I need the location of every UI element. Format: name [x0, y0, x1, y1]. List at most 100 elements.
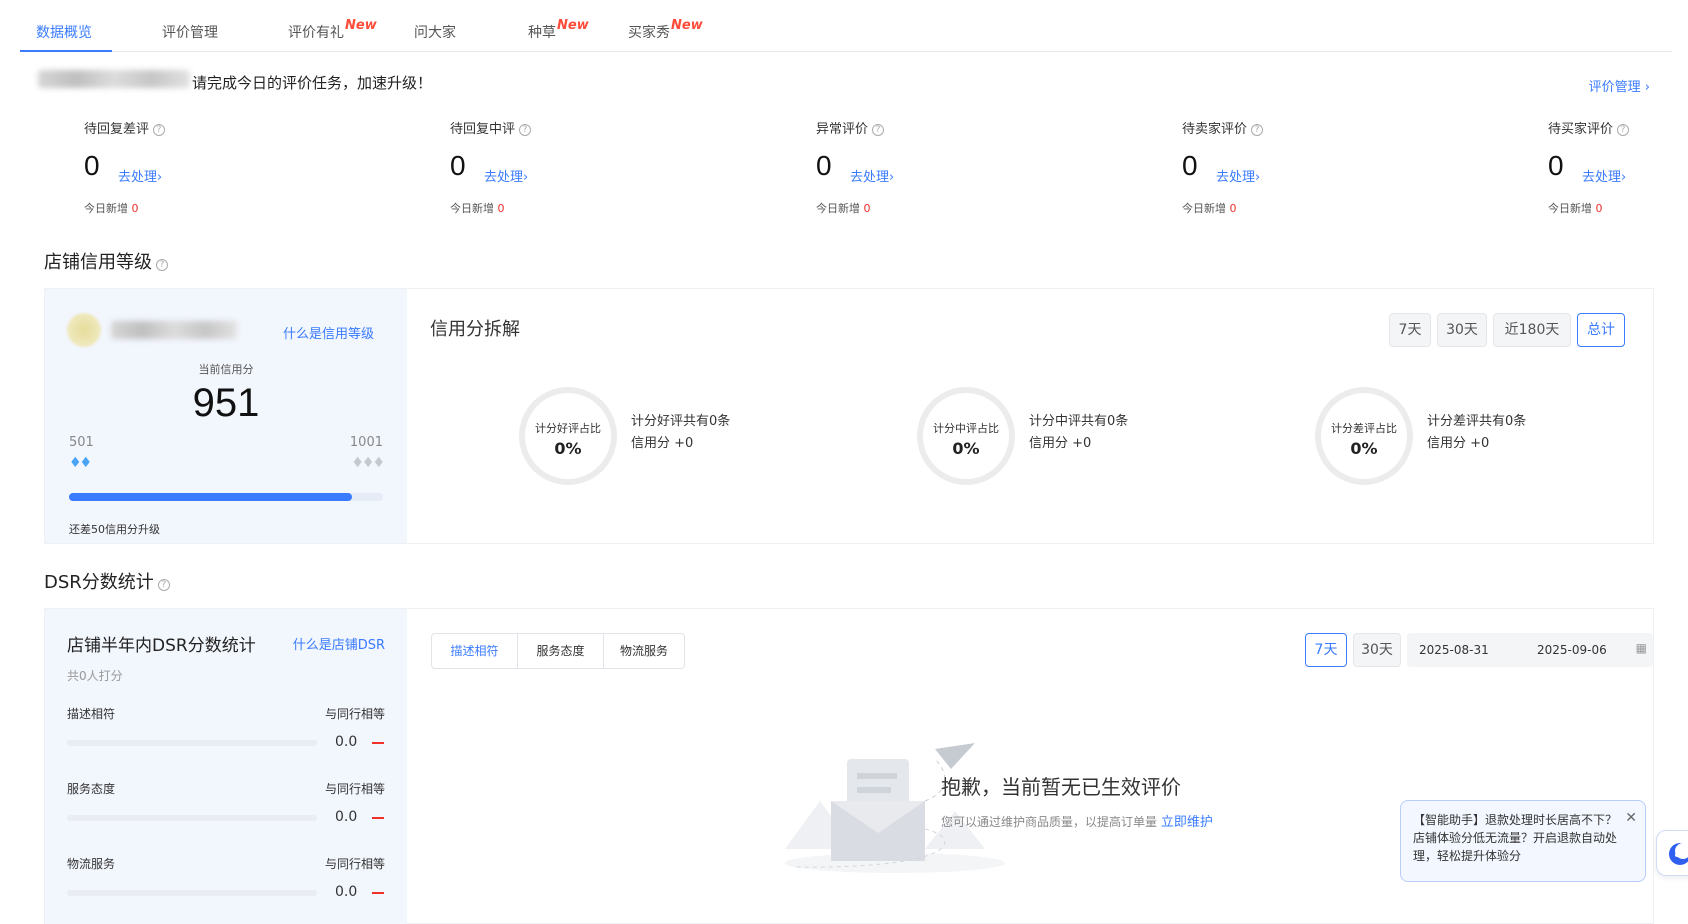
tab-data-overview[interactable]: 数据概览	[36, 22, 92, 42]
assistant-tooltip: 【智能助手】退款处理时长居高不下？店铺体验分低无流量？开启退款自动处理，轻松提升…	[1400, 800, 1646, 882]
ring-count: 计分差评共有0条	[1427, 414, 1527, 429]
dsr-row-value: 0.0	[335, 734, 358, 750]
dsr-row-compare: 与同行相等	[324, 857, 385, 871]
calendar-icon: ▦	[1635, 641, 1647, 655]
dsr-left-panel: 店铺半年内DSR分数统计 什么是店铺DSR 共0人打分 描述相符 与同行相等 0…	[45, 609, 407, 924]
tab-ask-everyone[interactable]: 问大家	[414, 22, 456, 42]
process-link[interactable]: 去处理›	[1216, 166, 1260, 185]
current-credit-label: 当前信用分	[198, 363, 254, 376]
good-ratio-ring: 计分好评占比 0%	[519, 387, 617, 485]
credit-min: 501	[69, 435, 94, 450]
equal-dash-icon	[372, 892, 384, 894]
equal-dash-icon	[372, 817, 384, 819]
date-end: 2025-09-06	[1537, 643, 1607, 657]
ring-value: 0%	[1350, 439, 1378, 458]
dsr-period-7d-button[interactable]: 7天	[1305, 633, 1347, 667]
segment-service[interactable]: 服务态度	[518, 634, 604, 668]
dsr-period-30d-button[interactable]: 30天	[1353, 633, 1401, 667]
credit-max: 1001	[349, 435, 383, 450]
stat-value: 0	[450, 150, 466, 181]
dsr-row-track	[67, 890, 317, 896]
ring-value: 0%	[952, 439, 980, 458]
stat-title: 待回复差评?	[84, 118, 166, 137]
blurred-shop-name	[111, 321, 237, 339]
today-new: 今日新增 0	[450, 202, 505, 215]
dsr-panel-title: 店铺半年内DSR分数统计	[67, 636, 256, 656]
segment-description[interactable]: 描述相符	[432, 634, 518, 668]
ring-label: 计分好评占比	[535, 422, 601, 435]
today-new: 今日新增 0	[84, 202, 139, 215]
stat-value: 0	[1182, 150, 1198, 181]
avatar	[67, 313, 101, 347]
tab-review-management[interactable]: 评价管理	[162, 22, 218, 42]
stat-value: 0	[84, 150, 100, 181]
process-link[interactable]: 去处理›	[1582, 166, 1626, 185]
empty-title: 抱歉，当前暂无已生效评价	[941, 775, 1181, 799]
help-icon[interactable]: ?	[156, 259, 168, 271]
date-range-picker[interactable]: 2025-08-31 2025-09-06 ▦	[1407, 633, 1653, 667]
bad-ratio-ring: 计分差评占比 0%	[1315, 387, 1413, 485]
dsr-row-value: 0.0	[335, 884, 358, 900]
tab-label: 买家秀	[628, 25, 670, 41]
help-icon[interactable]: ?	[872, 124, 885, 136]
today-new: 今日新增 0	[1182, 202, 1237, 215]
assistant-bot-button[interactable]	[1656, 830, 1688, 876]
empty-mailbox-illustration	[785, 743, 1005, 873]
ring-detail: 计分中评共有0条 信用分 +0	[1029, 411, 1128, 455]
close-icon[interactable]: ✕	[1625, 809, 1637, 827]
tab-label: 种草	[528, 25, 556, 41]
period-7d-button[interactable]: 7天	[1389, 313, 1431, 347]
period-180d-button[interactable]: 近180天	[1493, 313, 1571, 347]
ring-value: 0%	[554, 439, 582, 458]
credit-card: 什么是信用等级 当前信用分 951 501 1001 ♦♦ ♦♦♦ 还差50信用…	[44, 288, 1654, 544]
maintain-now-link[interactable]: 立即维护	[1161, 815, 1213, 830]
tab-review-gift[interactable]: 评价有礼 New	[288, 18, 377, 42]
ring-credit: 信用分 +0	[631, 436, 694, 451]
tab-seeding[interactable]: 种草 New	[528, 18, 589, 42]
ring-label: 计分中评占比	[933, 422, 999, 435]
ring-count: 计分中评共有0条	[1029, 414, 1129, 429]
process-link[interactable]: 去处理›	[484, 166, 528, 185]
process-link[interactable]: 去处理›	[850, 166, 894, 185]
medium-ratio-ring: 计分中评占比 0%	[917, 387, 1015, 485]
dsr-row-label: 物流服务	[67, 857, 116, 871]
ring-credit: 信用分 +0	[1427, 436, 1490, 451]
assistant-bot-icon	[1669, 843, 1688, 865]
help-icon[interactable]: ?	[153, 124, 166, 136]
tab-label: 评价管理	[162, 25, 218, 41]
top-tab-bar: 数据概览 评价管理 评价有礼 New 问大家 种草 New 买家秀 New	[20, 0, 1672, 52]
today-new: 今日新增 0	[816, 202, 871, 215]
help-icon[interactable]: ?	[1617, 124, 1630, 136]
stat-value: 0	[1548, 150, 1564, 181]
credit-section-title: 店铺信用等级?	[44, 248, 168, 274]
stat-title: 待回复中评?	[450, 118, 532, 137]
equal-dash-icon	[372, 742, 384, 744]
tab-label: 评价有礼	[288, 25, 344, 41]
help-icon[interactable]: ?	[157, 579, 170, 591]
ring-detail: 计分差评共有0条 信用分 +0	[1427, 411, 1526, 455]
raters-count: 共0人打分	[67, 669, 123, 683]
tab-buyer-show[interactable]: 买家秀 New	[628, 18, 703, 42]
diamond-icon: ♦♦♦	[351, 455, 385, 471]
review-manage-link[interactable]: 评价管理 ›	[1589, 76, 1650, 95]
what-is-credit-link[interactable]: 什么是信用等级	[283, 323, 374, 342]
dsr-row-track	[67, 815, 317, 821]
ring-count: 计分好评共有0条	[631, 414, 731, 429]
dsr-row-label: 服务态度	[67, 782, 116, 796]
ring-detail: 计分好评共有0条 信用分 +0	[631, 411, 730, 455]
ring-credit: 信用分 +0	[1029, 436, 1092, 451]
stat-title: 待卖家评价?	[1182, 118, 1264, 137]
credit-progress-fill	[69, 493, 352, 501]
segment-logistics[interactable]: 物流服务	[604, 634, 684, 668]
stat-title: 异常评价?	[816, 118, 885, 137]
period-total-button[interactable]: 总计	[1577, 313, 1625, 347]
task-message: 请完成今日的评价任务，加速升级！	[192, 74, 433, 92]
help-icon[interactable]: ?	[519, 124, 532, 136]
what-is-dsr-link[interactable]: 什么是店铺DSR	[293, 634, 385, 653]
process-link[interactable]: 去处理›	[118, 166, 162, 185]
dsr-row-compare: 与同行相等	[324, 782, 385, 796]
diamond-icon: ♦♦	[69, 455, 92, 471]
period-30d-button[interactable]: 30天	[1437, 313, 1487, 347]
dsr-segment-control: 描述相符 服务态度 物流服务	[431, 633, 685, 669]
help-icon[interactable]: ?	[1251, 124, 1264, 136]
